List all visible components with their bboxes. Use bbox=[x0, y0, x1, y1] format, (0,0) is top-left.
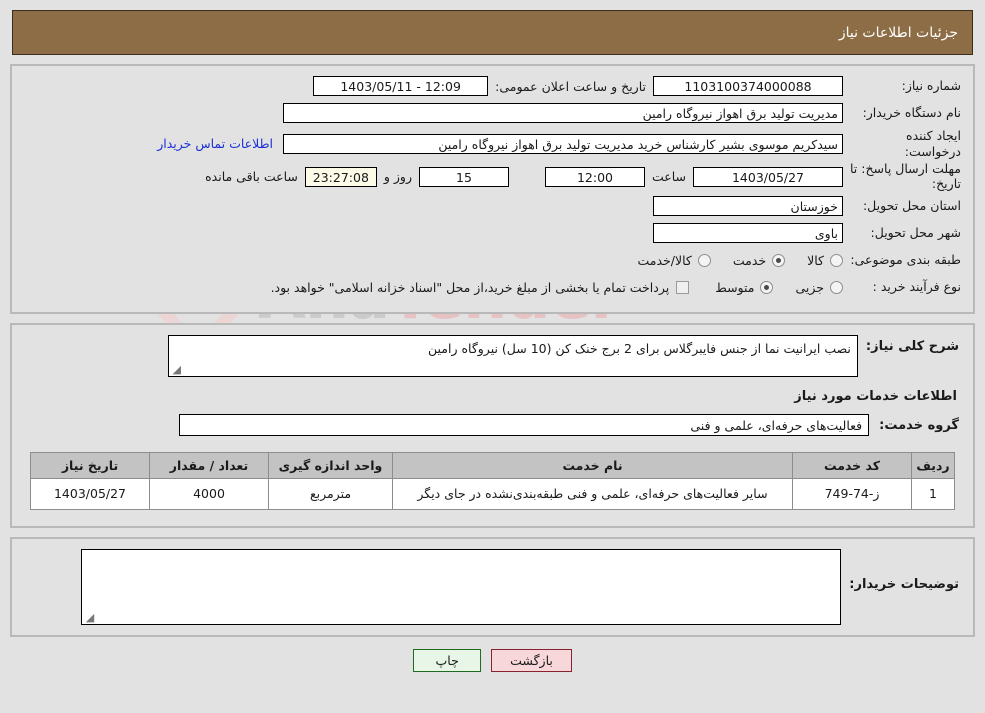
th-unit: واحد اندازه گیری bbox=[268, 452, 393, 479]
row-process: نوع فرآیند خرید : جزیی متوسط پرداخت تمام… bbox=[20, 275, 965, 299]
days-remaining-value: 15 bbox=[418, 166, 509, 187]
province-label: استان محل تحویل: bbox=[862, 198, 961, 214]
need-number-value: 1103100374000088 bbox=[653, 76, 843, 96]
resize-grip-icon[interactable]: ◢ bbox=[171, 364, 180, 375]
th-date: تاریخ نیاز bbox=[30, 452, 150, 479]
cell-date: 1403/05/27 bbox=[30, 477, 150, 511]
need-summary-panel: شماره نیاز: 1103100374000088 تاریخ و ساع… bbox=[10, 64, 975, 314]
service-group-value: فعالیت‌های حرفه‌ای، علمی و فنی bbox=[179, 414, 870, 436]
buyer-org-label: نام دستگاه خریدار: bbox=[862, 105, 961, 121]
treasury-checkbox-row[interactable]: پرداخت تمام یا بخشی از مبلغ خرید،از محل … bbox=[271, 280, 690, 295]
service-group-label: گروه خدمت: bbox=[879, 417, 959, 433]
resize-grip-icon-notes[interactable]: ◢ bbox=[84, 612, 94, 623]
cell-unit: مترمربع bbox=[268, 477, 393, 511]
category-option-kala[interactable]: کالا bbox=[807, 253, 843, 268]
row-category: طبقه بندی موضوعی: کالا خدمت کالا/خدمت bbox=[20, 248, 965, 272]
days-label: روز و bbox=[383, 169, 412, 185]
category-option-kala-khedmat-label: کالا/خدمت bbox=[637, 252, 692, 268]
row-creator: ایجاد کننده درخواست: سیدکریم موسوی بشیر … bbox=[20, 128, 965, 159]
radio-icon-motavaset[interactable] bbox=[760, 280, 774, 294]
description-textarea[interactable]: نصب ایرانیت نما از جنس فایبرگلاس برای 2 … bbox=[167, 335, 858, 377]
process-option-motavaset-label: متوسط bbox=[715, 279, 755, 295]
th-qty: تعداد / مقدار bbox=[149, 452, 269, 479]
remaining-hours-label: ساعت باقی مانده bbox=[205, 169, 298, 185]
category-option-kala-label: کالا bbox=[807, 252, 824, 268]
buyer-contact-link[interactable]: اطلاعات تماس خریدار bbox=[147, 136, 283, 151]
row-city: شهر محل تحویل: باوی bbox=[20, 221, 965, 245]
deadline-label: مهلت ارسال پاسخ: تا تاریخ: bbox=[850, 161, 961, 191]
button-bar: بازگشت چاپ bbox=[0, 649, 985, 673]
radio-icon-kala-khedmat[interactable] bbox=[697, 253, 711, 267]
city-label: شهر محل تحویل: bbox=[870, 225, 961, 241]
services-table-wrap: ردیف کد خدمت نام خدمت واحد اندازه گیری ت… bbox=[20, 440, 965, 514]
description-label: شرح کلی نیاز: bbox=[865, 339, 959, 354]
row-province: استان محل تحویل: خوزستان bbox=[20, 194, 965, 218]
row-service-group: گروه خدمت: فعالیت‌های حرفه‌ای، علمی و فن… bbox=[20, 414, 965, 440]
announcement-value: 12:09 - 1403/05/11 bbox=[313, 76, 489, 96]
category-option-khedmat-label: خدمت bbox=[732, 252, 767, 268]
radio-icon-kala[interactable] bbox=[830, 253, 843, 267]
radio-icon-jozei[interactable] bbox=[830, 280, 843, 294]
buyer-notes-textarea[interactable]: ◢ bbox=[81, 549, 842, 626]
process-option-jozei[interactable]: جزیی bbox=[795, 280, 843, 295]
buyer-notes-panel: توضیحات خریدار: ◢ bbox=[10, 537, 975, 638]
process-option-jozei-label: جزیی bbox=[795, 279, 824, 295]
creator-value: سیدکریم موسوی بشیر کارشناس خرید مدیریت ت… bbox=[283, 133, 843, 154]
province-value: خوزستان bbox=[653, 196, 843, 216]
page-header: جزئیات اطلاعات نیاز bbox=[12, 10, 973, 55]
announcement-label: تاریخ و ساعت اعلان عمومی: bbox=[495, 78, 646, 94]
row-deadline: مهلت ارسال پاسخ: تا تاریخ: 1403/05/27 سا… bbox=[20, 162, 965, 191]
countdown-value: 23:27:08 bbox=[304, 166, 377, 187]
row-buyer-org: نام دستگاه خریدار: مدیریت تولید برق اهوا… bbox=[20, 101, 965, 125]
cell-radif: 1 bbox=[911, 477, 955, 511]
need-number-label: شماره نیاز: bbox=[901, 78, 961, 94]
category-option-khedmat[interactable]: خدمت bbox=[732, 252, 786, 268]
th-name: نام خدمت bbox=[392, 452, 793, 479]
th-radif: ردیف bbox=[911, 452, 955, 479]
cell-qty: 4000 bbox=[149, 477, 269, 511]
back-button[interactable]: بازگشت bbox=[491, 649, 572, 673]
description-value: نصب ایرانیت نما از جنس فایبرگلاس برای 2 … bbox=[428, 341, 851, 356]
row-buyer-notes: توضیحات خریدار: ◢ bbox=[20, 549, 965, 626]
buyer-notes-label: توضیحات خریدار: bbox=[849, 577, 959, 593]
category-radio-group: کالا خدمت کالا/خدمت bbox=[615, 253, 843, 268]
services-section-title: اطلاعات خدمات مورد نیاز bbox=[794, 389, 957, 404]
services-table: ردیف کد خدمت نام خدمت واحد اندازه گیری ت… bbox=[30, 452, 955, 511]
category-option-kala-khedmat[interactable]: کالا/خدمت bbox=[637, 252, 711, 268]
treasury-note: پرداخت تمام یا بخشی از مبلغ خرید،از محل … bbox=[270, 279, 670, 295]
process-radio-group: جزیی متوسط bbox=[693, 280, 843, 295]
cell-name: سایر فعالیت‌های حرفه‌ای، علمی و فنی طبقه… bbox=[392, 477, 793, 511]
process-label: نوع فرآیند خرید : bbox=[872, 279, 961, 295]
page-title: جزئیات اطلاعات نیاز bbox=[838, 24, 958, 41]
buyer-org-value: مدیریت تولید برق اهواز نیروگاه رامین bbox=[283, 103, 843, 123]
deadline-date-value: 1403/05/27 bbox=[693, 166, 843, 187]
process-option-motavaset[interactable]: متوسط bbox=[715, 279, 774, 295]
creator-label: ایجاد کننده درخواست: bbox=[904, 128, 961, 159]
service-details-panel: شرح کلی نیاز: نصب ایرانیت نما از جنس فای… bbox=[10, 323, 975, 529]
deadline-hour-label: ساعت bbox=[651, 169, 686, 185]
table-row: 1 ز-74-749 سایر فعالیت‌های حرفه‌ای، علمی… bbox=[30, 477, 955, 511]
cell-code: ز-74-749 bbox=[792, 477, 912, 511]
category-label: طبقه بندی موضوعی: bbox=[850, 252, 961, 268]
print-button[interactable]: چاپ bbox=[413, 649, 482, 673]
city-value: باوی bbox=[653, 223, 843, 243]
row-need-number: شماره نیاز: 1103100374000088 تاریخ و ساع… bbox=[20, 74, 965, 98]
deadline-time-value: 12:00 bbox=[544, 166, 645, 187]
radio-icon-khedmat[interactable] bbox=[772, 253, 786, 267]
th-code: کد خدمت bbox=[792, 452, 912, 479]
table-header-row: ردیف کد خدمت نام خدمت واحد اندازه گیری ت… bbox=[30, 452, 955, 479]
treasury-checkbox[interactable] bbox=[676, 280, 690, 294]
row-description: شرح کلی نیاز: نصب ایرانیت نما از جنس فای… bbox=[20, 335, 965, 377]
